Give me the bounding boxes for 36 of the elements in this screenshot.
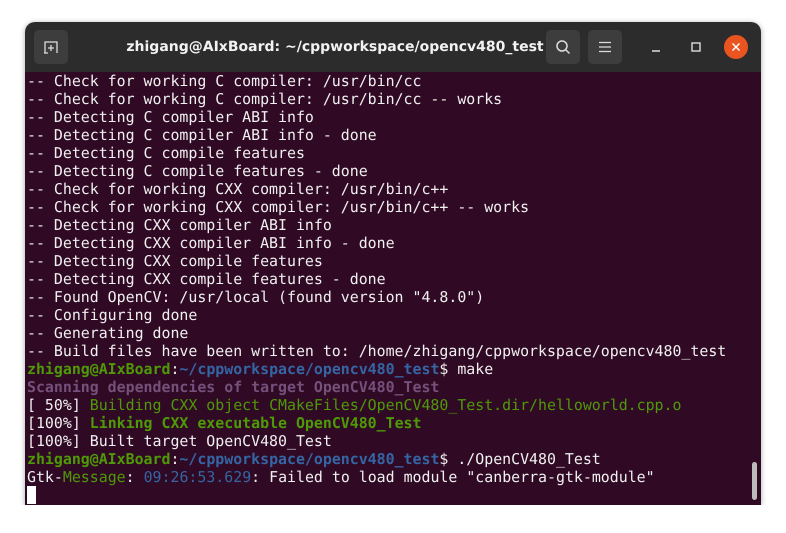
terminal-line: -- Detecting C compiler ABI info — [27, 108, 314, 126]
terminal-line: -- Detecting C compile features - done — [27, 162, 368, 180]
terminal-line: Scanning dependencies of target OpenCV480_Test — [27, 378, 440, 396]
terminal-line: -- Check for working C compiler: /usr/bin/cc — [27, 72, 422, 90]
terminal-line: -- Detecting CXX compile features - done — [27, 270, 386, 288]
terminal-line: -- Generating done — [27, 324, 188, 342]
terminal-line: -- Check for working CXX compiler: /usr/bin/c++ — [27, 180, 448, 198]
terminal-line: zhigang@AIxBoard:~/cppworkspace/opencv480_test$ ./OpenCV480_Test — [27, 450, 601, 468]
terminal-line: -- Check for working CXX compiler: /usr/bin/c++ -- works — [27, 198, 530, 216]
terminal-line: -- Detecting CXX compiler ABI info - done — [27, 234, 395, 252]
minimize-icon — [652, 50, 660, 52]
terminal-line: -- Detecting C compile features — [27, 144, 305, 162]
terminal-line: -- Detecting CXX compiler ABI info — [27, 216, 332, 234]
window-title: zhigang@AIxBoard: ~/cppworkspace/opencv480_test — [125, 39, 545, 55]
close-icon — [731, 42, 741, 52]
terminal-line: -- Detecting CXX compile features — [27, 252, 323, 270]
terminal-line: -- Build files have been written to: /home/zhigang/cppworkspace/opencv480_test — [27, 342, 726, 360]
close-button[interactable] — [724, 35, 748, 59]
menu-button[interactable] — [588, 30, 622, 64]
new-tab-icon — [43, 39, 59, 55]
scrollbar-thumb[interactable] — [752, 462, 757, 500]
text-cursor — [27, 486, 36, 504]
terminal-line: [100%] Built target OpenCV480_Test — [27, 432, 332, 450]
maximize-icon — [691, 42, 701, 52]
terminal-line: -- Check for working C compiler: /usr/bin/cc -- works — [27, 90, 502, 108]
terminal-line: -- Found OpenCV: /usr/local (found version "4.8.0") — [27, 288, 484, 306]
search-icon — [555, 39, 571, 55]
terminal-line: -- Configuring done — [27, 306, 198, 324]
terminal-line: -- Detecting C compiler ABI info - done — [27, 126, 377, 144]
terminal-line: zhigang@AIxBoard:~/cppworkspace/opencv480_test$ make — [27, 360, 494, 378]
search-button[interactable] — [546, 30, 580, 64]
terminal-line: Gtk-Message: 09:26:53.629: Failed to load module "canberra-gtk-module" — [27, 468, 655, 486]
new-tab-button[interactable] — [34, 30, 68, 64]
menu-icon — [598, 41, 612, 53]
terminal-line: [ 50%] Building CXX object CMakeFiles/OpenCV480_Test.dir/helloworld.cpp.o — [27, 396, 682, 414]
terminal-line: [100%] Linking CXX executable OpenCV480_Test — [27, 414, 422, 432]
